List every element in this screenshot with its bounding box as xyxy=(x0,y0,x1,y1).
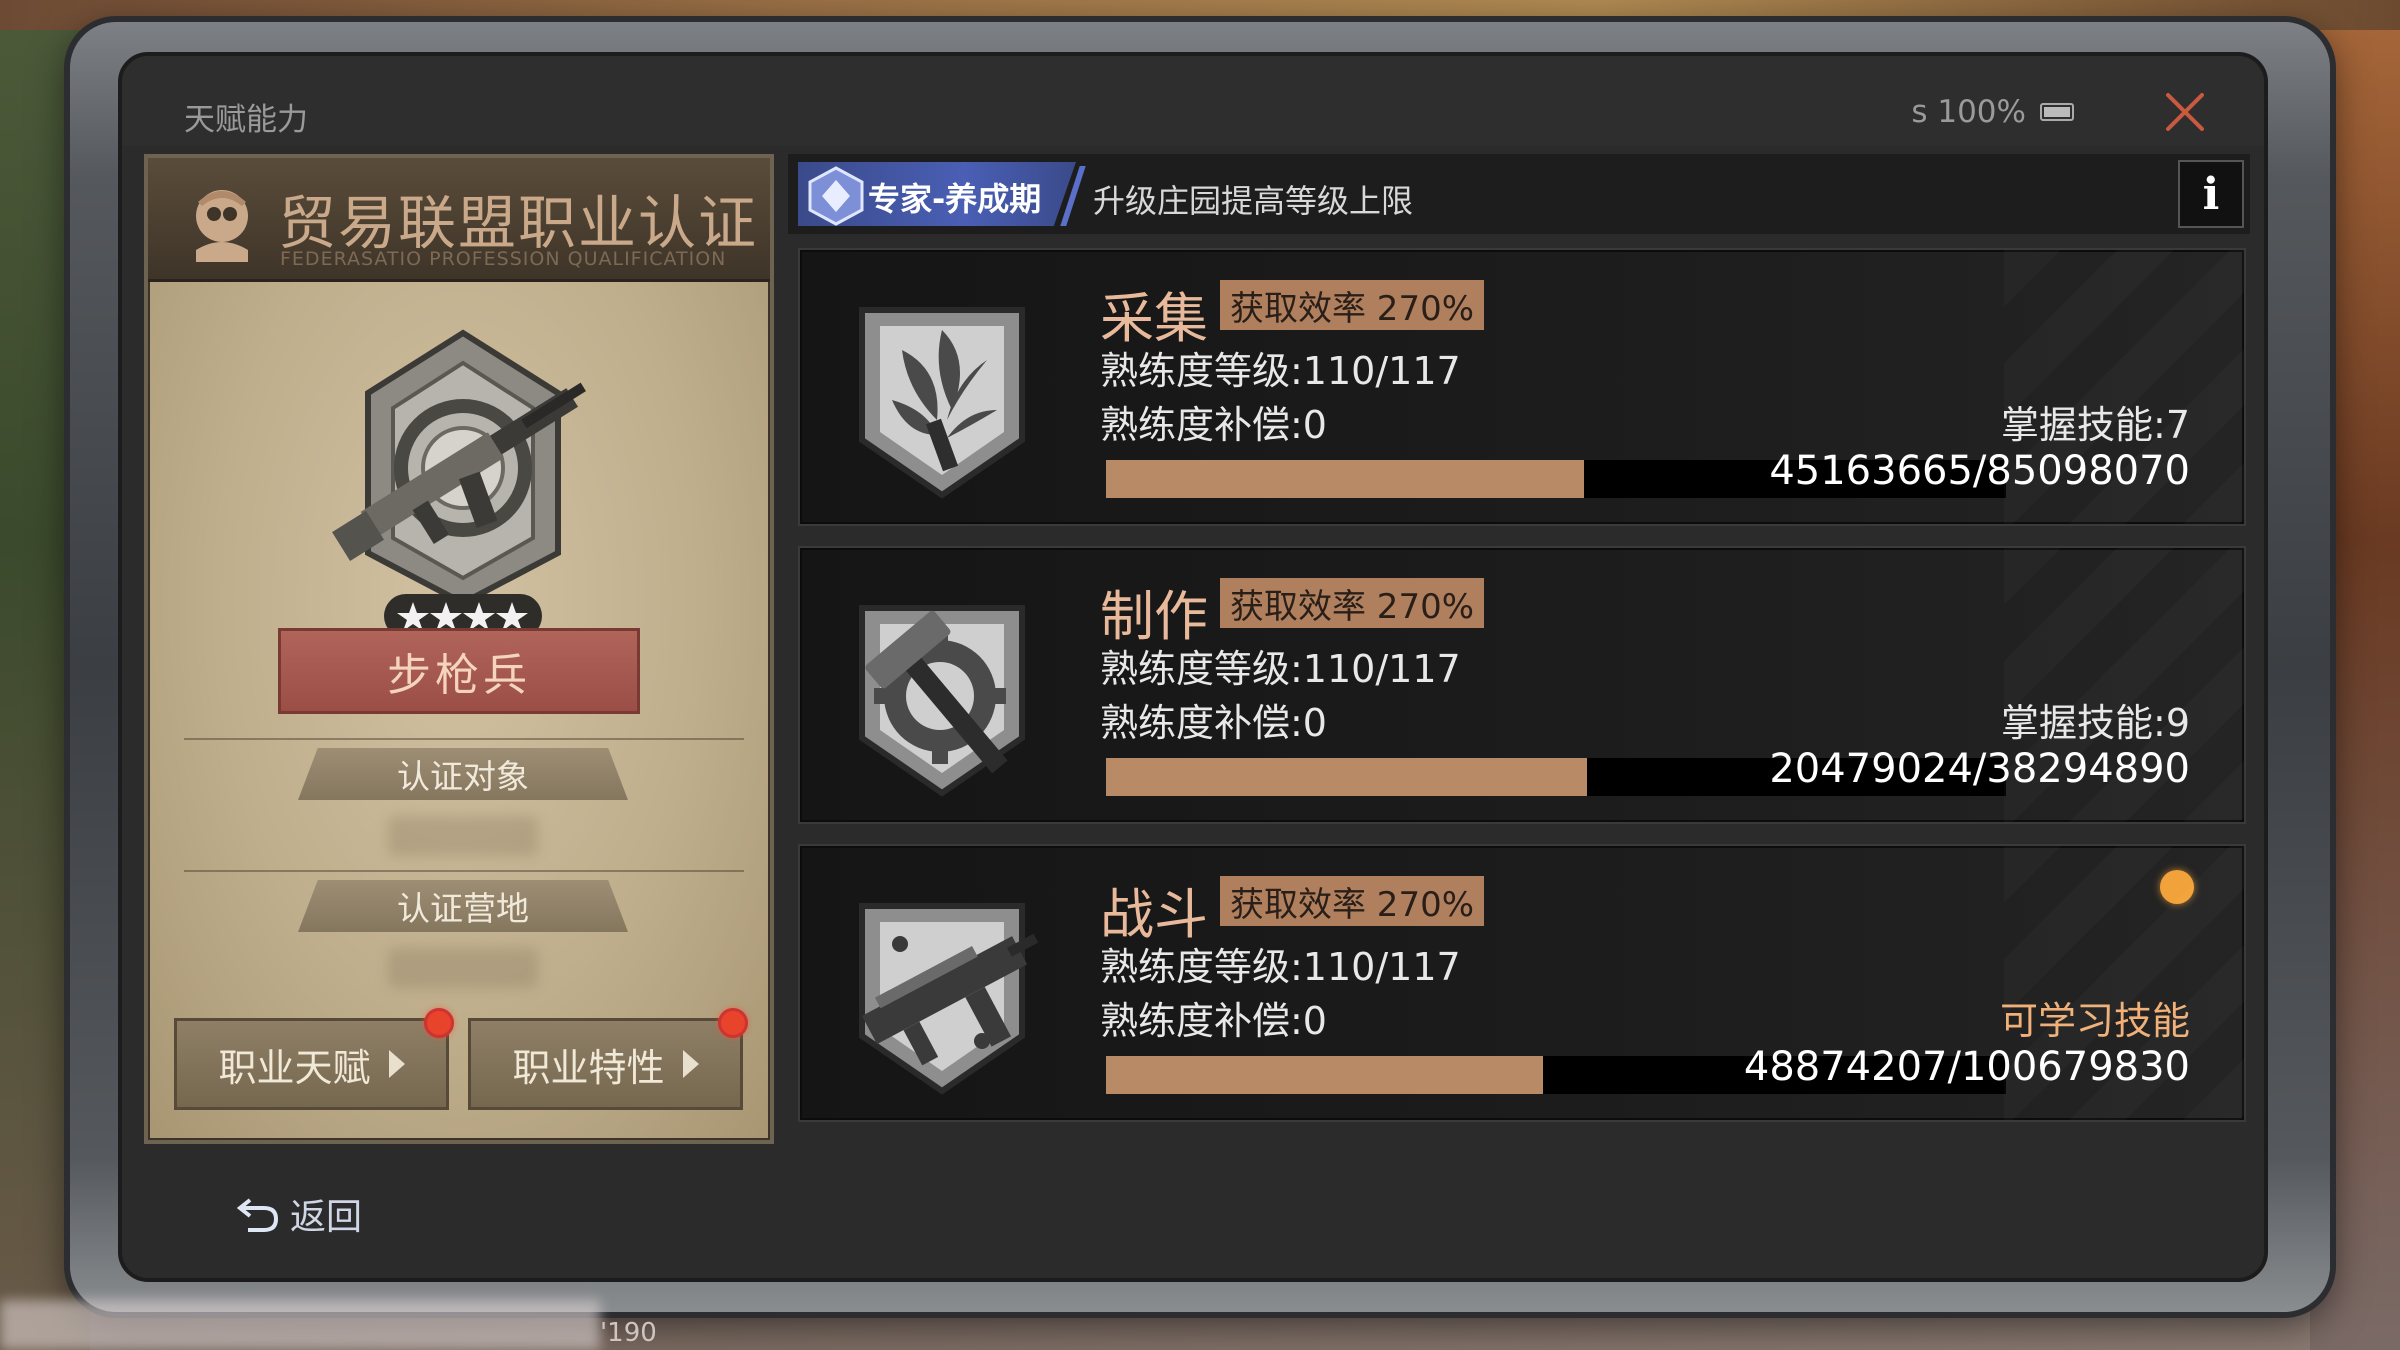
notification-dot xyxy=(718,1008,748,1038)
efficiency-badge: 获取效率 270% xyxy=(1220,280,1485,330)
progress-fill xyxy=(1106,758,1588,796)
mascot-icon xyxy=(196,190,248,262)
proficiency-compensation: 熟练度补偿:0 xyxy=(1100,403,1327,447)
diamond-badge-icon xyxy=(808,166,864,226)
battery-icon xyxy=(2040,103,2074,121)
skill-card-gathering[interactable]: 采集 获取效率 270% 熟练度等级:110/117 熟练度补偿:0 掌握技能:… xyxy=(798,248,2246,526)
divider xyxy=(184,738,744,740)
expert-header: 专家-养成期 升级庄园提高等级上限 i xyxy=(788,154,2250,234)
gear-hammer-icon xyxy=(859,605,1025,797)
back-label: 返回 xyxy=(290,1197,363,1238)
skill-card-crafting[interactable]: 制作 获取效率 270% 熟练度等级:110/117 熟练度补偿:0 掌握技能:… xyxy=(798,546,2246,824)
progress-fill xyxy=(1106,460,1584,498)
profession-talent-button[interactable]: 职业天赋 xyxy=(174,1018,449,1110)
info-button[interactable]: i xyxy=(2178,160,2244,228)
progress-text: 20479024/38294890 xyxy=(1769,746,2190,792)
notification-dot xyxy=(2160,870,2194,904)
profession-trait-button[interactable]: 职业特性 xyxy=(468,1018,743,1110)
class-name-badge: 步枪兵 xyxy=(278,628,640,714)
efficiency-badge: 获取效率 270% xyxy=(1220,578,1485,628)
cert-camp-value xyxy=(388,948,538,988)
proficiency-compensation: 熟练度补偿:0 xyxy=(1100,701,1327,745)
profession-trait-label: 职业特性 xyxy=(512,1045,665,1090)
status-indicator: s 100% xyxy=(1911,94,2074,130)
learnable-skills-link[interactable]: 可学习技能 xyxy=(2000,990,2190,1045)
cert-target-value xyxy=(388,816,538,856)
mastered-skills: 掌握技能:9 xyxy=(2001,701,2190,745)
proficiency-compensation: 熟练度补偿:0 xyxy=(1100,999,1327,1043)
cert-camp-label: 认证营地 xyxy=(298,880,628,932)
skill-card-combat[interactable]: 战斗 获取效率 270% 熟练度等级:110/117 熟练度补偿:0 可学习技能… xyxy=(798,844,2246,1122)
cert-header: 贸易联盟职业认证 FEDERASATIO PROFESSION QUALIFIC… xyxy=(148,158,770,282)
arrow-right-icon xyxy=(682,1050,699,1078)
footer-fragment: '190 xyxy=(600,1318,657,1348)
talent-window: 天赋能力 s 100% 贸易联盟职业认证 FEDERASATIO PROFESS… xyxy=(118,52,2268,1282)
proficiency-level: 熟练度等级:110/117 xyxy=(1100,647,1461,691)
window-title: 天赋能力 xyxy=(184,102,308,138)
progress-text: 45163665/85098070 xyxy=(1769,448,2190,494)
cert-subtitle: FEDERASATIO PROFESSION QUALIFICATION xyxy=(280,248,727,270)
back-button[interactable]: 返回 xyxy=(236,1188,362,1240)
proficiency-level: 熟练度等级:110/117 xyxy=(1100,945,1461,989)
certification-panel: 贸易联盟职业认证 FEDERASATIO PROFESSION QUALIFIC… xyxy=(144,154,774,1144)
battery-text: s 100% xyxy=(1911,94,2026,130)
divider xyxy=(184,870,744,872)
notification-dot xyxy=(424,1008,454,1038)
mastered-skills: 掌握技能:7 xyxy=(2001,403,2190,447)
top-bar: 天赋能力 s 100% xyxy=(122,56,2264,146)
upgrade-hint: 升级庄园提高等级上限 xyxy=(1093,182,1414,220)
progress-text: 48874207/100679830 xyxy=(1743,1044,2190,1090)
return-arrow-icon xyxy=(236,1198,279,1232)
profession-talent-label: 职业天赋 xyxy=(218,1045,371,1090)
cert-target-label: 认证对象 xyxy=(298,748,628,800)
efficiency-badge: 获取效率 270% xyxy=(1220,876,1485,926)
leaf-bundle-icon xyxy=(859,307,1025,499)
expert-stage-label: 专家-养成期 xyxy=(868,180,1042,218)
rifle-emblem-icon xyxy=(332,329,586,607)
footer-blur xyxy=(0,1300,600,1350)
arrow-right-icon xyxy=(388,1050,405,1078)
close-button[interactable] xyxy=(2156,84,2212,140)
progress-fill xyxy=(1106,1056,1543,1094)
proficiency-level: 熟练度等级:110/117 xyxy=(1100,349,1461,393)
smg-icon xyxy=(859,903,1039,1095)
